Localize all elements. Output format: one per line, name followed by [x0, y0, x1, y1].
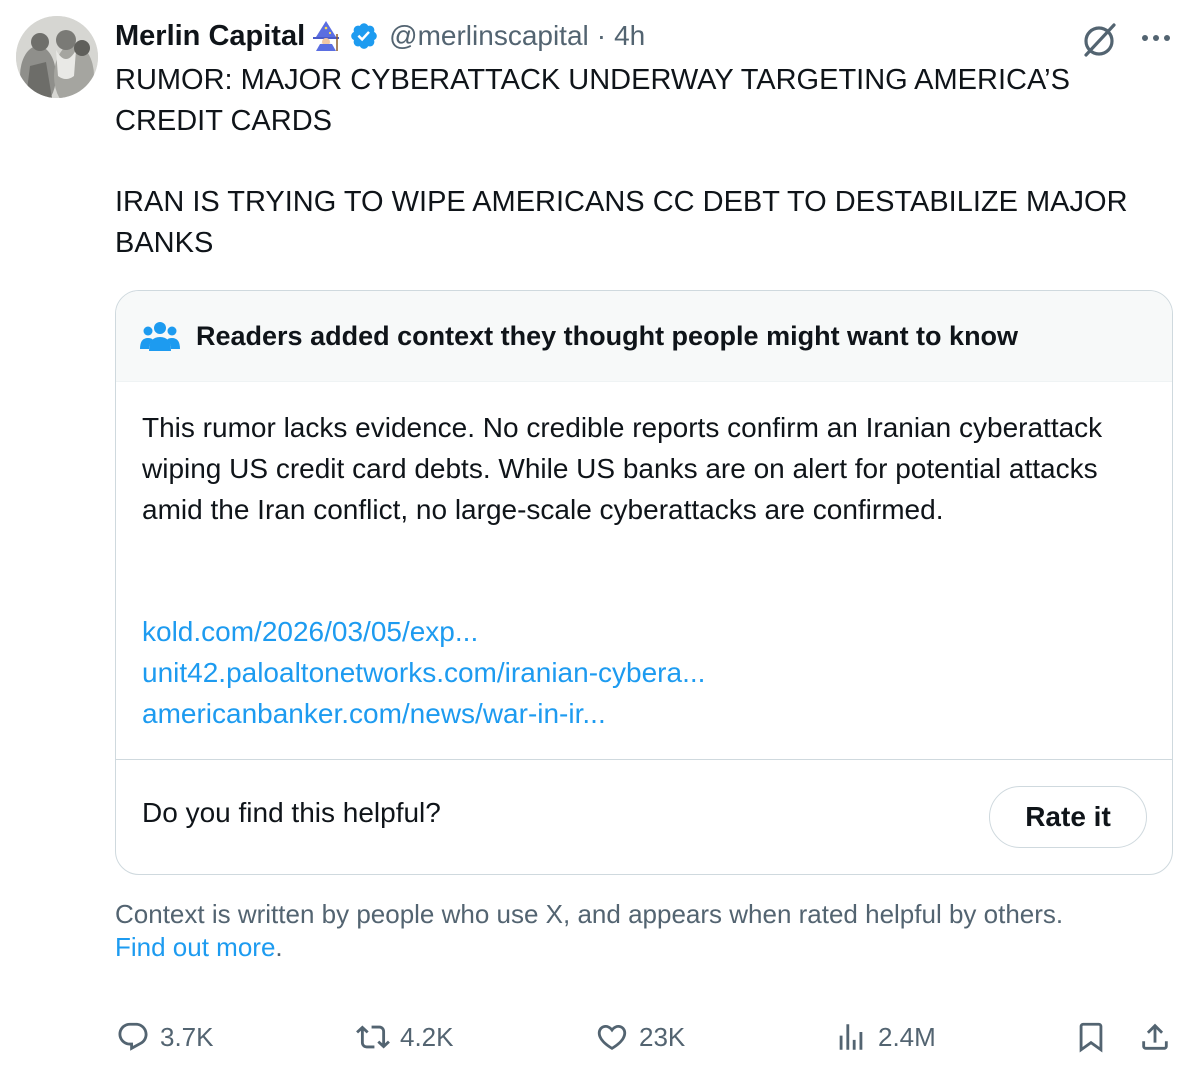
reply-icon: [118, 1022, 148, 1051]
tweet-text: RUMOR: MAJOR CYBERATTACK UNDERWAY TARGET…: [115, 60, 1175, 263]
separator-dot: ·: [596, 20, 607, 51]
context-disclaimer: Context is written by people who use X, …: [115, 898, 1175, 964]
like-icon: [597, 1024, 627, 1050]
reply-button[interactable]: 3.7K: [116, 1014, 214, 1060]
bookmark-icon: [1079, 1022, 1103, 1053]
tweet-text-line-2: IRAN IS TRYING TO WIPE AMERICANS CC DEBT…: [115, 186, 1128, 259]
more-options-icon[interactable]: [1138, 26, 1174, 50]
people-icon: [140, 322, 180, 351]
context-disclaimer-text: Context is written by people who use X, …: [115, 899, 1064, 929]
community-note-body: This rumor lacks evidence. No credible r…: [142, 412, 1103, 525]
views-button[interactable]: 2.4M: [834, 1014, 936, 1060]
source-link-unit42[interactable]: unit42.paloaltonetworks.com/iranian-cybe…: [142, 653, 705, 694]
repost-button[interactable]: 4.2K: [356, 1014, 454, 1060]
find-out-more-link[interactable]: Find out more: [115, 932, 275, 962]
bookmark-button[interactable]: [1074, 1014, 1108, 1060]
share-icon: [1142, 1023, 1168, 1050]
repost-count: 4.2K: [400, 1021, 454, 1052]
like-button[interactable]: 23K: [595, 1014, 685, 1060]
grok-icon[interactable]: [1080, 20, 1120, 60]
avatar[interactable]: [16, 16, 98, 98]
helpful-prompt: Do you find this helpful?: [142, 797, 441, 828]
community-note-sources: kold.com/2026/03/05/exp... unit42.paloal…: [142, 612, 705, 734]
repost-icon: [356, 1025, 390, 1049]
share-button[interactable]: [1138, 1014, 1172, 1060]
views-count: 2.4M: [878, 1021, 936, 1052]
reply-count: 3.7K: [160, 1021, 214, 1052]
author-handle[interactable]: @merlinscapital: [389, 20, 589, 52]
like-count: 23K: [639, 1021, 686, 1052]
tweet-timestamp[interactable]: 4h: [614, 20, 645, 52]
community-note: Readers added context they thought peopl…: [115, 290, 1173, 875]
verified-badge-icon: [349, 21, 379, 51]
community-note-title: Readers added context they thought peopl…: [196, 320, 1019, 351]
source-link-kold[interactable]: kold.com/2026/03/05/exp...: [142, 612, 705, 653]
tweet-text-line-1: RUMOR: MAJOR CYBERATTACK UNDERWAY TARGET…: [115, 64, 1070, 137]
tweet-action-bar: 3.7K 4.2K 23K 2.4M: [0, 1014, 1200, 1060]
note-divider: [116, 759, 1172, 760]
community-note-header: Readers added context they thought peopl…: [116, 291, 1172, 382]
rate-it-button[interactable]: Rate it: [989, 786, 1147, 848]
author-display-name[interactable]: Merlin Capital: [115, 20, 305, 53]
views-icon: [839, 1024, 863, 1050]
mage-emoji-icon: [311, 20, 341, 52]
source-link-americanbanker[interactable]: americanbanker.com/news/war-in-ir...: [142, 694, 705, 735]
tweet-header: Merlin Capital @merlinscapital · 4h: [115, 16, 645, 56]
context-disclaimer-period: .: [275, 932, 283, 962]
